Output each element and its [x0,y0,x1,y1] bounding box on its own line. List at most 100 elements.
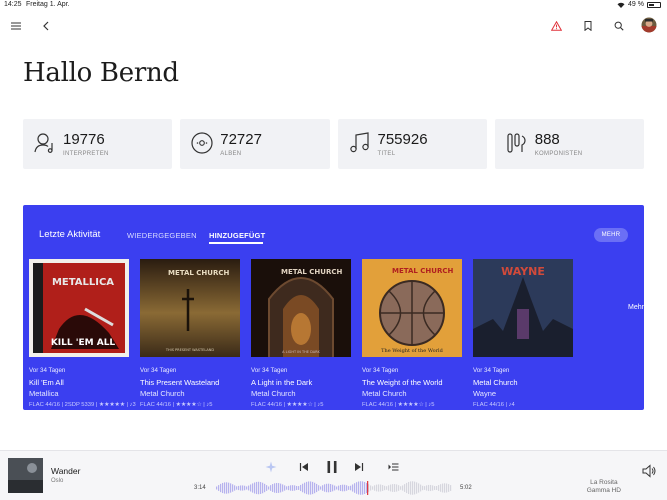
waveform-bar [436,486,438,490]
album-title: The Weight of the World [362,378,443,387]
album-card[interactable]: WAYNE Vor 34 Tagen Metal Church Wayne FL… [473,259,573,408]
album-artist: Wayne [473,389,497,398]
waveform-bar [336,486,338,490]
album-card[interactable]: METAL CHURCH THIS PRESENT WASTELAND Vor … [140,259,240,408]
search-icon[interactable] [611,18,627,34]
waveform-bar [290,485,292,491]
album-card[interactable]: METAL CHURCH A LIGHT IN THE DARK Vor 34 … [251,259,351,408]
waveform-bar [344,484,346,492]
waveform-bar [238,485,240,491]
waveform-bar [448,484,450,492]
album-cover: METAL CHURCH The Weight of the World [362,259,462,357]
waveform-seek-bar[interactable] [216,481,452,495]
tab-added[interactable]: HINZUGEFÜGT [209,231,265,240]
waveform-bar [334,485,336,491]
activity-title: Letzte Aktivität [39,229,101,240]
warning-icon[interactable] [548,18,564,34]
waveform-bar [418,483,420,493]
pause-icon[interactable] [324,459,340,475]
playhead-marker[interactable] [367,481,369,495]
waveform-bar [432,485,434,491]
waveform-bar [428,484,430,492]
waveform-bar [374,485,376,491]
radio-icon[interactable] [264,460,278,474]
waveform-bar [274,483,276,493]
album-meta: FLAC 44/16 | ♪4 [473,402,515,408]
next-icon[interactable] [352,460,366,474]
waveform-bar [318,485,320,491]
library-stats: 19776 INTERPRETEN 72727 ALBEN 755926 TIT… [23,119,644,169]
waveform-bar [286,486,288,490]
stat-label: INTERPRETEN [63,151,109,157]
album-added-time: Vor 34 Tagen [362,367,399,374]
more-edge-link[interactable]: Mehr [628,304,644,311]
waveform-bar [372,486,374,490]
waveform-bar [420,484,422,492]
waveform-bar [376,484,378,492]
waveform-bar [306,481,308,495]
waveform-bar [408,481,410,495]
album-artist: Metallica [29,389,59,398]
album-disc-icon [191,132,213,154]
waveform-bar [446,483,448,493]
stat-card-tracks[interactable]: 755926 TITEL [337,119,487,169]
waveform-bar [304,482,306,494]
menu-icon[interactable] [8,18,24,34]
album-artist: Metal Church [140,389,185,398]
active-tab-indicator [209,242,263,244]
waveform-bar [232,484,234,492]
album-added-time: Vor 34 Tagen [473,367,510,374]
waveform-bar [298,486,300,490]
album-card[interactable]: METALLICA KILL 'EM ALL Vor 34 Tagen Kill… [29,259,136,408]
waveform-bar [324,484,326,492]
waveform-bar [240,485,242,491]
track-title[interactable]: Wander [51,466,80,476]
tab-played[interactable]: WIEDERGEGEBEN [127,231,197,240]
track-artist[interactable]: Oslo [51,478,63,484]
stat-label: KOMPONISTEN [534,151,583,157]
album-meta: FLAC 44/16 | ★★★★☆ | ♪5 [251,402,324,408]
album-meta: FLAC 44/16 | 2SDP 5339 | ★★★★★ | ♪3 [29,402,136,408]
more-button[interactable]: MEHR [594,228,628,242]
waveform-bar [294,485,296,491]
stat-label: TITEL [377,151,396,157]
waveform-bar [316,483,318,493]
waveform-bar [254,482,256,494]
album-card[interactable]: METAL CHURCH The Weight of the World Vor… [362,259,462,408]
artist-icon [34,133,53,154]
waveform-bar [230,483,232,493]
svg-text:METAL CHURCH: METAL CHURCH [281,268,343,276]
composer-icon [507,133,526,153]
waveform-bar [440,484,442,492]
top-navigation [0,14,667,38]
stat-value: 888 [534,131,560,148]
waveform-bar [450,485,452,491]
stat-card-composers[interactable]: 888 KOMPONISTEN [494,119,644,169]
avatar[interactable] [641,17,657,33]
status-bar: 14:25 Freitag 1. Apr. 49 % [0,0,667,10]
back-icon[interactable] [38,18,54,34]
waveform-bar [416,482,418,494]
stat-card-albums[interactable]: 72727 ALBEN [180,119,330,169]
previous-icon[interactable] [297,460,311,474]
status-date: Freitag 1. Apr. [26,1,70,8]
bookmark-icon[interactable] [580,18,596,34]
waveform-bar [398,485,400,491]
queue-icon[interactable] [386,460,400,474]
album-title: Metal Church [473,378,518,387]
volume-icon[interactable] [641,463,657,479]
waveform-bar [260,482,262,494]
stat-card-artists[interactable]: 19776 INTERPRETEN [23,119,173,169]
waveform-bar [310,481,312,495]
status-time: 14:25 [4,1,22,8]
waveform-bar [264,483,266,493]
waveform-bar [266,485,268,491]
stat-value: 19776 [63,131,105,148]
waveform-bar [270,485,272,491]
waveform-bar [396,484,398,492]
waveform-bar [218,485,220,491]
now-playing-cover[interactable] [8,458,43,493]
output-zone[interactable]: La Rosita Gamma HD [587,479,621,495]
waveform-bar [412,481,414,495]
waveform-bar [360,481,362,495]
